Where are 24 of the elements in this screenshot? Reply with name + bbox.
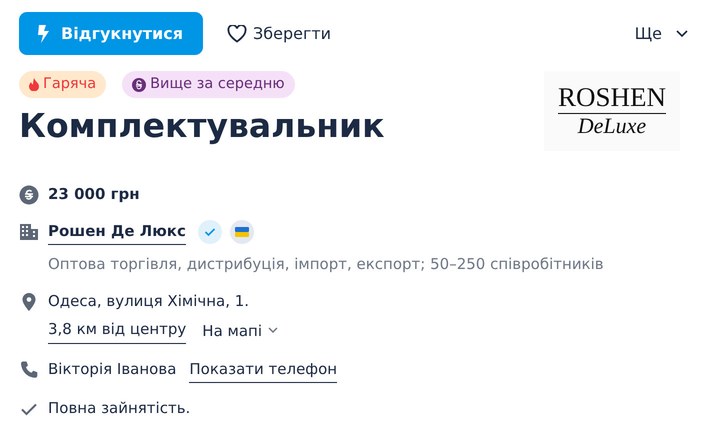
address: Одеса, вулиця Хімічна, 1. (48, 290, 250, 312)
more-button[interactable]: Ще (634, 22, 688, 46)
distance-link[interactable]: 3,8 км від центру (48, 318, 186, 344)
company-logo: ROSHEN DeLuxe (544, 71, 680, 151)
flame-icon (29, 78, 39, 91)
job-title: Комплектувальник (19, 106, 385, 146)
salary: 23 000 грн (48, 184, 140, 205)
company-link[interactable]: Рошен Де Люкс (48, 220, 186, 245)
company-description: Оптова торгівля, дистрибуція, імпорт, експорт; 50–250 співробітників (48, 254, 605, 275)
hryvnia-icon (132, 78, 146, 92)
lightning-icon (37, 24, 49, 42)
map-toggle[interactable]: На мапі (202, 320, 278, 342)
hot-tag: Гаряча (19, 71, 106, 98)
phone-icon (19, 360, 39, 380)
show-phone-link[interactable]: Показати телефон (189, 358, 338, 383)
caret-icon (676, 30, 688, 38)
salary-tag: Вище за середню (122, 71, 295, 98)
building-icon (19, 222, 39, 242)
contact-name: Вікторія Іванова (48, 358, 176, 380)
heart-icon (226, 24, 247, 42)
hryvnia-icon (19, 185, 39, 205)
save-button[interactable]: Зберегти (226, 22, 332, 46)
employment-type: Повна зайнятість. (48, 398, 190, 419)
caret-icon (268, 327, 278, 334)
